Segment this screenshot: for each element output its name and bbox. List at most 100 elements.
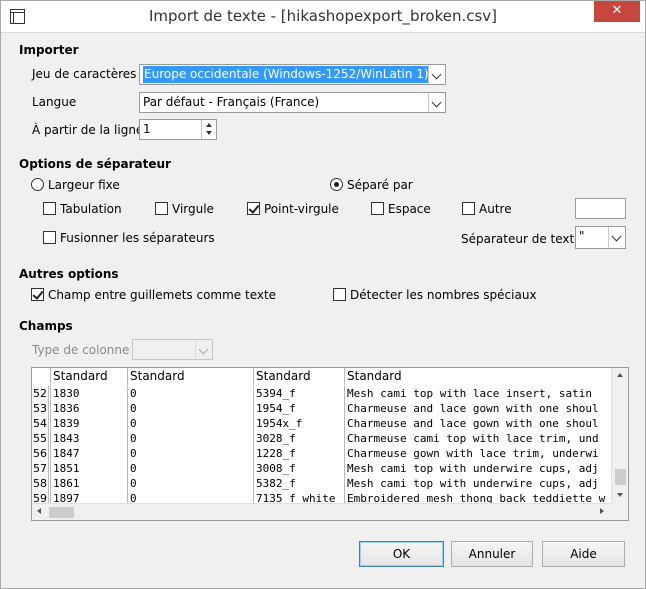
scroll-left-icon[interactable]: [37, 508, 41, 514]
row-number[interactable]: 56: [32, 446, 49, 461]
column-header[interactable]: Standard: [344, 368, 612, 385]
scrollbar-thumb[interactable]: [49, 507, 74, 518]
ok-button[interactable]: OK: [359, 541, 444, 567]
table-cell[interactable]: 1954_f: [253, 401, 344, 416]
other-options-section-title: Autres options: [19, 267, 119, 281]
other-separator-input[interactable]: [575, 198, 626, 219]
grid-header: Standard Standard Standard Standard: [32, 368, 612, 385]
quoted-as-text-label[interactable]: Champ entre guillemets comme texte: [48, 288, 276, 302]
help-button[interactable]: Aide: [542, 541, 625, 567]
comma-checkbox[interactable]: [155, 202, 168, 215]
vertical-scrollbar[interactable]: [611, 368, 628, 503]
table-cell[interactable]: Charmeuse gown with lace trim, underwi: [344, 446, 612, 461]
scroll-down-icon[interactable]: [617, 493, 623, 497]
table-cell[interactable]: Mesh cami top with underwire cups, adj: [344, 476, 612, 491]
scrollbar-thumb[interactable]: [615, 469, 626, 485]
space-label[interactable]: Espace: [388, 202, 431, 216]
space-checkbox[interactable]: [371, 202, 384, 215]
scrollbar-corner: [611, 503, 628, 520]
row-number[interactable]: 58: [32, 476, 49, 491]
table-cell[interactable]: Mesh cami top with underwire cups, adj: [344, 461, 612, 476]
table-cell[interactable]: 1847: [50, 446, 127, 461]
charset-value: Europe occidentale (Windows-1252/WinLati…: [143, 66, 430, 83]
from-line-label: À partir de la ligne: [32, 123, 144, 137]
table-cell[interactable]: 0: [127, 386, 253, 401]
chevron-down-icon: [195, 340, 212, 359]
other-checkbox[interactable]: [462, 202, 475, 215]
fields-preview-grid[interactable]: Standard Standard Standard Standard 52 18…: [31, 367, 629, 521]
fixed-width-radio[interactable]: [31, 178, 44, 191]
from-line-spinner[interactable]: 1: [139, 119, 217, 140]
chevron-down-icon[interactable]: [608, 227, 625, 248]
comma-label[interactable]: Virgule: [172, 202, 214, 216]
table-cell[interactable]: Charmeuse cami top with lace trim, und: [344, 431, 612, 446]
table-cell[interactable]: 0: [127, 446, 253, 461]
importer-section-title: Importer: [19, 43, 79, 57]
table-cell[interactable]: Charmeuse and lace gown with one shoul: [344, 401, 612, 416]
row-number[interactable]: 57: [32, 461, 49, 476]
separated-by-label[interactable]: Séparé par: [347, 178, 413, 192]
column-header[interactable]: Standard: [50, 368, 127, 385]
separated-by-radio[interactable]: [330, 178, 343, 191]
cancel-button[interactable]: Annuler: [451, 541, 533, 567]
table-cell[interactable]: 0: [127, 431, 253, 446]
semicolon-checkbox[interactable]: [247, 202, 260, 215]
grid-corner-cell: [32, 368, 50, 385]
merge-label[interactable]: Fusionner les séparateurs: [60, 231, 215, 245]
table-cell[interactable]: 1861: [50, 476, 127, 491]
table-cell[interactable]: 1228_f: [253, 446, 344, 461]
table-cell[interactable]: 5394_f: [253, 386, 344, 401]
table-cell[interactable]: 1830: [50, 386, 127, 401]
table-cell[interactable]: 3028_f: [253, 431, 344, 446]
table-cell[interactable]: 0: [127, 401, 253, 416]
text-delimiter-select[interactable]: ": [575, 226, 626, 249]
import-text-dialog: Import de texte - [hikashopexport_broken…: [0, 0, 646, 589]
scroll-right-icon[interactable]: [600, 508, 604, 514]
from-line-value: 1: [143, 122, 151, 136]
language-select[interactable]: Par défaut - Français (France): [139, 92, 446, 113]
quoted-as-text-checkbox[interactable]: [31, 288, 44, 301]
table-cell[interactable]: 1851: [50, 461, 127, 476]
language-label: Langue: [32, 95, 77, 109]
window-title: Import de texte - [hikashopexport_broken…: [148, 7, 498, 25]
table-cell[interactable]: 1836: [50, 401, 127, 416]
close-button[interactable]: ✕: [594, 1, 640, 22]
table-cell[interactable]: 1839: [50, 416, 127, 431]
other-label[interactable]: Autre: [479, 202, 512, 216]
scroll-up-icon[interactable]: [617, 373, 623, 377]
row-number[interactable]: 55: [32, 431, 49, 446]
spin-up-icon[interactable]: [206, 123, 212, 127]
table-cell[interactable]: 1843: [50, 431, 127, 446]
row-number[interactable]: 53: [32, 401, 49, 416]
tab-label[interactable]: Tabulation: [60, 202, 122, 216]
table-cell[interactable]: 0: [127, 416, 253, 431]
table-cell[interactable]: Charmeuse and lace gown with one shoul: [344, 416, 612, 431]
chevron-down-icon[interactable]: [428, 65, 445, 84]
title-bar: Import de texte - [hikashopexport_broken…: [1, 1, 645, 33]
row-number[interactable]: 54: [32, 416, 49, 431]
fields-section-title: Champs: [19, 319, 73, 333]
tab-checkbox[interactable]: [43, 202, 56, 215]
spin-buttons[interactable]: [201, 120, 216, 139]
column-header[interactable]: Standard: [253, 368, 344, 385]
charset-select[interactable]: Europe occidentale (Windows-1252/WinLati…: [139, 64, 446, 85]
row-number[interactable]: 52: [32, 386, 49, 401]
table-cell[interactable]: 1954x_f: [253, 416, 344, 431]
horizontal-scrollbar[interactable]: [32, 503, 612, 520]
table-cell[interactable]: Mesh cami top with lace insert, satin: [344, 386, 612, 401]
chevron-down-icon[interactable]: [428, 93, 445, 112]
merge-checkbox[interactable]: [43, 231, 56, 244]
semicolon-label[interactable]: Point-virgule: [264, 202, 339, 216]
text-delimiter-value: ": [579, 229, 585, 243]
column-header[interactable]: Standard: [127, 368, 253, 385]
fixed-width-label[interactable]: Largeur fixe: [48, 178, 120, 192]
detect-special-checkbox[interactable]: [333, 288, 346, 301]
separator-section-title: Options de séparateur: [19, 157, 171, 171]
table-cell[interactable]: 3008_f: [253, 461, 344, 476]
table-cell[interactable]: 0: [127, 476, 253, 491]
table-cell[interactable]: 0: [127, 461, 253, 476]
detect-special-label[interactable]: Détecter les nombres spéciaux: [350, 288, 537, 302]
text-delimiter-label: Séparateur de texte: [461, 232, 582, 246]
table-cell[interactable]: 5382_f: [253, 476, 344, 491]
spin-down-icon[interactable]: [206, 131, 212, 135]
